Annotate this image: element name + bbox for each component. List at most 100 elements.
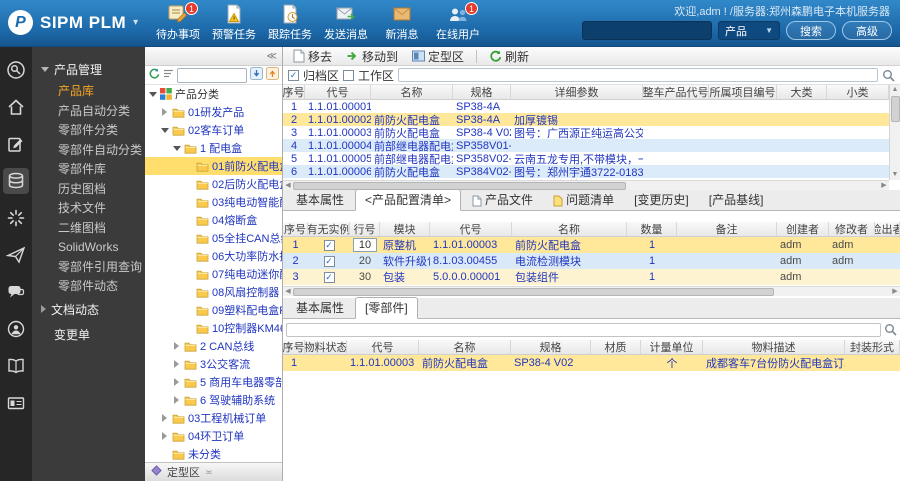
column-header[interactable]: 计量单位 (641, 340, 703, 354)
scroll-right-icon[interactable]: ▶ (890, 287, 900, 297)
tree-node[interactable]: 3公交客流 (145, 355, 282, 373)
global-search-input[interactable] (582, 21, 712, 40)
table-row[interactable]: 2 ✓ 20 软件升级包8.1.03.00455 电流检测模块 1 adm adm (283, 253, 900, 269)
strip-send-plane-icon[interactable] (3, 242, 29, 268)
product-filter-input[interactable] (398, 68, 878, 82)
search-icon[interactable] (882, 69, 895, 82)
strip-chat-icon[interactable] (3, 279, 29, 305)
column-header[interactable]: 检出者 (875, 222, 900, 236)
tree-node[interactable]: 02客车订单 (145, 121, 282, 139)
tree-node[interactable]: 1 配电盒 (145, 139, 282, 157)
scrollbar-thumb[interactable] (293, 181, 627, 190)
tree-node[interactable]: 03纯电动智能配电盒 (145, 193, 282, 211)
tree-node[interactable]: 09塑料配电盒PD0401 (145, 301, 282, 319)
tree-expander-icon[interactable] (160, 414, 169, 422)
column-header[interactable]: 名称 (512, 222, 627, 236)
column-header[interactable]: 所属项目编号 (709, 85, 777, 99)
sidebar-section-文档动态[interactable]: 文档动态 (32, 297, 145, 322)
strip-home-icon[interactable] (3, 94, 29, 120)
nav-item-track-tasks[interactable]: 跟踪任务 (262, 4, 318, 42)
sidebar-item-产品自动分类[interactable]: 产品自动分类 (32, 102, 145, 122)
sidebar-item-技术文件[interactable]: 技术文件 (32, 199, 145, 219)
scroll-down-icon[interactable]: ▼ (892, 170, 899, 180)
line-number-input[interactable]: 10 (353, 238, 377, 252)
column-header[interactable]: 物料描述 (703, 340, 845, 354)
column-header[interactable]: 物料状态 (305, 340, 347, 354)
tree-expander-icon[interactable] (160, 108, 169, 116)
workspace-checkbox[interactable] (343, 69, 355, 81)
nav-item-new-message[interactable]: 新消息 (374, 4, 430, 42)
sidebar-item-零部件引用查询[interactable]: 零部件引用查询 (32, 258, 145, 278)
column-header[interactable]: 规格 (453, 85, 511, 99)
tree-expander-icon[interactable] (160, 432, 169, 440)
column-header[interactable]: 模块 (380, 222, 430, 236)
part-search-input[interactable] (286, 322, 881, 337)
tree-expander-icon[interactable] (172, 378, 181, 386)
tree-refresh-icon[interactable] (148, 68, 160, 83)
nav-item-send-message[interactable]: 发送消息 (318, 4, 374, 42)
horizontal-scrollbar[interactable]: ◀ ▶ (283, 286, 900, 296)
sidebar-item-产品库[interactable]: 产品库 (32, 82, 145, 102)
tree-expander-icon[interactable] (172, 360, 181, 368)
search-button[interactable]: 搜索 (786, 21, 836, 40)
detail-tab-3[interactable]: 问题清单 (544, 191, 623, 210)
sidebar-item-零部件分类[interactable]: 零部件分类 (32, 121, 145, 141)
column-header[interactable]: 小类 (827, 85, 889, 99)
finalize-area-button[interactable]: 定型区 (407, 47, 469, 65)
tree-node[interactable]: 03工程机械订单 (145, 409, 282, 427)
table-row[interactable]: 1 ✓ 10 原整机 1.1.01.00003 前防火配电盒 1 adm adm (283, 237, 900, 253)
tree-expander-icon[interactable] (160, 127, 169, 133)
tree-expander-icon[interactable] (172, 342, 181, 350)
strip-edit-icon[interactable] (3, 131, 29, 157)
column-header[interactable]: 大类 (777, 85, 827, 99)
detail-tab-0[interactable]: 基本属性 (287, 191, 353, 210)
tree-node[interactable]: 04环卫订单 (145, 427, 282, 445)
tree-node[interactable]: 07纯电动迷你配电盒 (145, 265, 282, 283)
scrollbar-thumb[interactable] (293, 287, 775, 296)
tree-node[interactable]: 02后防火配电盒 (145, 175, 282, 193)
tree-node[interactable]: 6 驾驶辅助系统 (145, 391, 282, 409)
app-logo[interactable]: P SIPM PLM ▾ (8, 10, 138, 35)
column-header[interactable]: 序号 (283, 222, 308, 236)
search-icon[interactable] (884, 323, 897, 336)
table-row[interactable]: 3 ✓ 30 包装 5.0.0.0.00001 包装组件 1 adm (283, 269, 900, 285)
strip-support-icon[interactable] (3, 316, 29, 342)
column-header[interactable]: 数量 (627, 222, 677, 236)
row-checkbox[interactable]: ✓ (323, 256, 335, 267)
tree-sort-icon[interactable] (163, 68, 174, 82)
remove-button[interactable]: 移去 (288, 47, 337, 65)
column-header[interactable]: 整车产品代号 (643, 85, 709, 99)
advanced-search-button[interactable]: 高级 (842, 21, 892, 40)
column-header[interactable]: 序号 (283, 85, 305, 99)
strip-idcard-icon[interactable] (3, 390, 29, 416)
column-header[interactable]: 材质 (591, 340, 641, 354)
tree-node[interactable]: 未分类 (145, 445, 282, 462)
detail-tab-4[interactable]: [变更历史] (625, 191, 698, 210)
locate-down-button[interactable] (250, 67, 263, 83)
part-tab-1[interactable]: [零部件] (355, 297, 418, 319)
search-category-select[interactable]: 产品 ▼ (718, 21, 780, 40)
tree-node[interactable]: 产品分类 (145, 85, 282, 103)
tree-filter-input[interactable] (177, 67, 247, 83)
strip-database-icon[interactable] (3, 168, 29, 194)
column-header[interactable]: 修改者 (829, 222, 875, 236)
tree-expander-icon[interactable] (172, 396, 181, 404)
column-header[interactable]: 代号 (347, 340, 419, 354)
tree-node[interactable]: 2 CAN总线 (145, 337, 282, 355)
move-to-button[interactable]: 移动到 (341, 47, 403, 65)
column-header[interactable]: 代号 (305, 85, 371, 99)
row-checkbox[interactable]: ✓ (323, 272, 335, 283)
nav-item-online-users[interactable]: 在线用户 1 (430, 2, 486, 42)
table-row[interactable]: 1 1.1.01.00003 前防火配电盒 SP38-4 V02 个 成都客车7台份防火配… (283, 355, 900, 371)
vertical-scrollbar[interactable]: ▲ ▼ (889, 85, 900, 180)
sidebar-item-零部件自动分类[interactable]: 零部件自动分类 (32, 141, 145, 161)
column-header[interactable]: 行号 (350, 222, 380, 236)
sidebar-item-历史图档[interactable]: 历史图档 (32, 180, 145, 200)
column-header[interactable]: 代号 (430, 222, 512, 236)
column-header[interactable]: 创建者 (777, 222, 829, 236)
tree-node[interactable]: 10控制器KM4658 (145, 319, 282, 337)
tree-node[interactable]: 01研发产品 (145, 103, 282, 121)
nav-item-todo[interactable]: 待办事项 1 (150, 2, 206, 42)
part-tab-0[interactable]: 基本属性 (287, 299, 353, 318)
column-header[interactable]: 备注 (677, 222, 777, 236)
